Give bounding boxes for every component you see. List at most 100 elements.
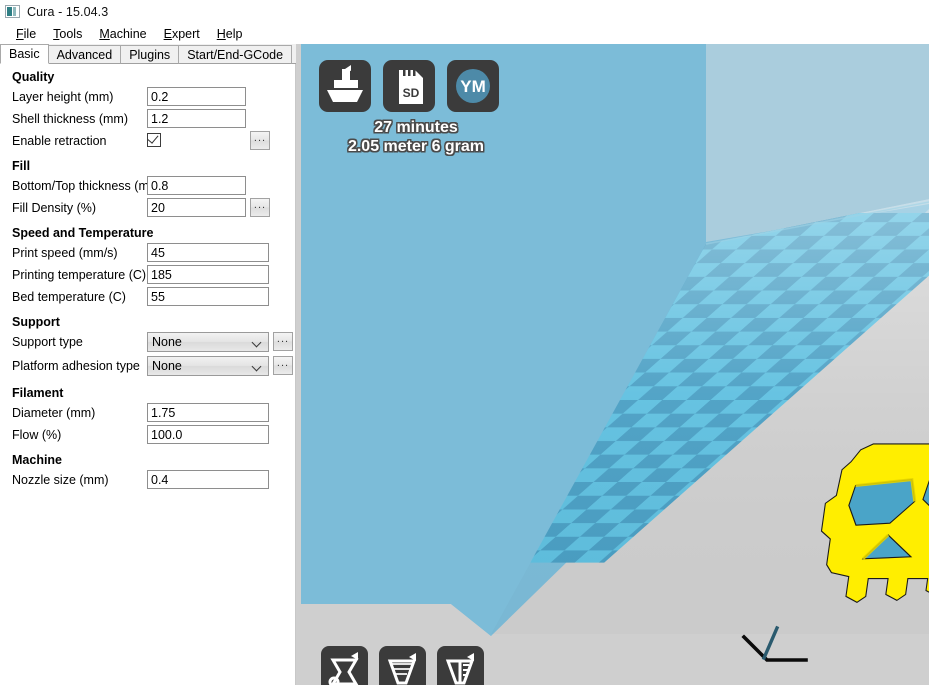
menu-tools[interactable]: Tools <box>45 26 91 42</box>
viewport-top-toolbar: SD YM <box>319 60 499 112</box>
shell-thickness-input[interactable] <box>147 109 246 128</box>
save-toolpath-icon <box>327 65 363 102</box>
bottom-top-thickness-input[interactable] <box>147 176 246 195</box>
tab-advanced[interactable]: Advanced <box>47 45 122 64</box>
mirror-tool-button[interactable] <box>437 646 484 685</box>
row-fill-density: Fill Density (%) ... <box>0 198 295 220</box>
section-quality: Quality Layer height (mm) Shell thicknes… <box>0 64 295 153</box>
rotate-model-icon <box>328 652 359 685</box>
svg-text:SD: SD <box>403 86 420 100</box>
save-gcode-button[interactable] <box>319 60 371 112</box>
cura-app-icon <box>5 5 20 18</box>
layer-height-input[interactable] <box>147 87 246 106</box>
nozzle-size-label: Nozzle size (mm) <box>12 473 109 487</box>
menu-expert-accel: E <box>163 26 172 41</box>
platform-adhesion-type-combo[interactable]: None <box>147 356 269 376</box>
chevron-down-icon <box>253 338 262 347</box>
menu-file-accel: F <box>16 26 24 41</box>
menu-help[interactable]: Help <box>209 26 252 42</box>
row-support-type: Support type None ... <box>0 332 295 356</box>
title-bar: Cura - 15.04.3 <box>0 0 929 23</box>
diameter-label: Diameter (mm) <box>12 406 96 420</box>
section-fill-title: Fill <box>12 159 31 173</box>
fill-density-label: Fill Density (%) <box>12 201 97 215</box>
support-type-options-button[interactable]: ... <box>273 332 293 351</box>
print-material: 2.05 meter 6 gram <box>347 138 485 155</box>
basic-settings-panel: Quality Layer height (mm) Shell thicknes… <box>0 64 296 685</box>
tab-plugins[interactable]: Plugins <box>120 45 180 64</box>
section-support-title: Support <box>12 315 60 329</box>
svg-text:YM: YM <box>460 77 486 96</box>
tab-start-end-gcode[interactable]: Start/End-GCode <box>178 45 293 64</box>
layer-height-label: Layer height (mm) <box>12 90 114 104</box>
section-quality-title: Quality <box>12 70 55 84</box>
chevron-down-icon <box>253 362 262 371</box>
3d-viewport[interactable]: SD YM 27 minutes 2.05 meter 6 gram <box>301 44 929 685</box>
row-diameter: Diameter (mm) <box>0 403 295 425</box>
row-printing-temperature: Printing temperature (C) <box>0 265 295 287</box>
menu-file-label: ile <box>23 26 37 41</box>
fill-density-input[interactable] <box>147 198 246 217</box>
row-platform-adhesion-type: Platform adhesion type None ... <box>0 356 295 380</box>
row-shell-thickness: Shell thickness (mm) <box>0 109 295 131</box>
menu-help-accel: H <box>216 26 226 41</box>
row-enable-retraction: Enable retraction ... <box>0 131 295 153</box>
section-filament-title: Filament <box>12 386 64 400</box>
row-flow: Flow (%) <box>0 425 295 447</box>
print-speed-input[interactable] <box>147 243 269 262</box>
menu-machine[interactable]: Machine <box>91 26 155 42</box>
fill-density-options-button[interactable]: ... <box>250 198 270 217</box>
bottom-top-thickness-label: Bottom/Top thickness (mm) <box>12 179 164 193</box>
menu-bar: File Tools Machine Expert Help <box>0 23 929 44</box>
row-layer-height: Layer height (mm) <box>0 87 295 109</box>
flow-label: Flow (%) <box>12 428 62 442</box>
row-bottom-top-thickness: Bottom/Top thickness (mm) <box>0 176 295 198</box>
section-speed-temperature-title: Speed and Temperature <box>12 226 154 240</box>
menu-machine-label: achine <box>109 26 147 41</box>
sd-card-icon: SD <box>399 70 423 104</box>
bed-temperature-label: Bed temperature (C) <box>12 290 126 304</box>
enable-retraction-checkbox[interactable] <box>147 132 161 147</box>
sd-card-button[interactable]: SD <box>383 60 435 112</box>
support-type-value: None <box>152 335 182 349</box>
platform-adhesion-type-options-button[interactable]: ... <box>273 356 293 375</box>
menu-file[interactable]: File <box>8 26 45 42</box>
nozzle-size-input[interactable] <box>147 470 269 489</box>
section-speed-temperature: Speed and Temperature Print speed (mm/s)… <box>0 220 295 309</box>
support-type-label: Support type <box>12 335 83 349</box>
menu-machine-accel: M <box>99 26 110 41</box>
menu-help-label: elp <box>225 26 243 41</box>
settings-tab-strip: Basic Advanced Plugins Start/End-GCode <box>0 44 296 64</box>
enable-retraction-options-button[interactable]: ... <box>250 131 270 150</box>
cura-application-window: Cura - 15.04.3 File Tools Machine Expert… <box>0 0 929 685</box>
print-info-overlay: 27 minutes 2.05 meter 6 gram <box>301 118 531 156</box>
rotate-tool-button[interactable] <box>321 646 368 685</box>
flow-input[interactable] <box>147 425 269 444</box>
printing-temperature-label: Printing temperature (C) <box>12 268 147 282</box>
platform-adhesion-type-value: None <box>152 359 182 373</box>
menu-expert[interactable]: Expert <box>156 26 209 42</box>
support-type-combo[interactable]: None <box>147 332 269 352</box>
diameter-input[interactable] <box>147 403 269 422</box>
menu-tools-label: ools <box>59 26 83 41</box>
scale-tool-button[interactable] <box>379 646 426 685</box>
section-support: Support Support type None ... Platform a… <box>0 309 295 380</box>
window-title: Cura - 15.04.3 <box>27 4 109 19</box>
youmagine-button[interactable]: YM <box>447 60 499 112</box>
printing-temperature-input[interactable] <box>147 265 269 284</box>
row-nozzle-size: Nozzle size (mm) <box>0 470 295 492</box>
row-bed-temperature: Bed temperature (C) <box>0 287 295 309</box>
scale-model-icon <box>387 653 417 685</box>
print-speed-label: Print speed (mm/s) <box>12 246 118 260</box>
print-time: 27 minutes <box>374 119 458 136</box>
checkmark-icon <box>147 132 159 144</box>
section-machine-title: Machine <box>12 453 63 467</box>
mirror-model-icon <box>445 653 475 685</box>
youmagine-icon: YM <box>456 69 490 103</box>
shell-thickness-label: Shell thickness (mm) <box>12 112 128 126</box>
menu-expert-label: xpert <box>171 26 200 41</box>
enable-retraction-label: Enable retraction <box>12 134 107 148</box>
row-print-speed: Print speed (mm/s) <box>0 243 295 265</box>
bed-temperature-input[interactable] <box>147 287 269 306</box>
tab-basic[interactable]: Basic <box>0 44 49 64</box>
